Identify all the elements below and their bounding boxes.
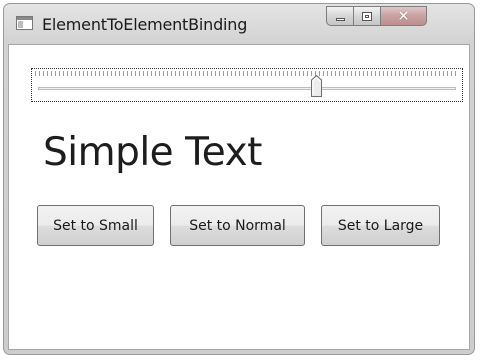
sample-text: Simple Text	[43, 130, 262, 175]
close-button[interactable]: ✕	[381, 6, 427, 26]
minimize-button[interactable]	[326, 6, 354, 26]
minimize-icon	[335, 17, 345, 21]
window-title: ElementToElementBinding	[42, 15, 248, 34]
app-window: ElementToElementBinding ✕ Simple Text Se…	[3, 3, 475, 355]
set-normal-button[interactable]: Set to Normal	[170, 205, 305, 246]
maximize-icon	[362, 11, 372, 21]
client-area: Simple Text Set to Small Set to Normal S…	[8, 44, 470, 350]
font-size-slider[interactable]	[31, 68, 463, 102]
close-icon: ✕	[397, 6, 410, 25]
set-large-button[interactable]: Set to Large	[321, 205, 440, 246]
app-window-icon[interactable]	[16, 16, 33, 30]
caption-buttons: ✕	[326, 6, 471, 28]
set-small-button[interactable]: Set to Small	[37, 205, 154, 246]
slider-track[interactable]	[38, 87, 456, 90]
maximize-button[interactable]	[354, 6, 381, 26]
slider-ticks	[35, 71, 459, 76]
slider-thumb[interactable]	[311, 75, 323, 97]
